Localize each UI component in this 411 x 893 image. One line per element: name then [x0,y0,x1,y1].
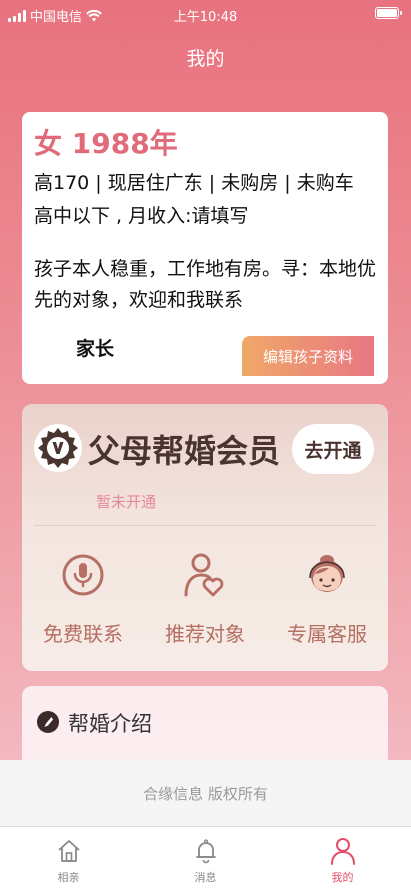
customer-service-icon [304,550,350,600]
page-title: 我的 [186,48,225,70]
edit-child-profile-button[interactable]: 编辑孩子资料 [242,336,374,376]
benefit-label: 专属客服 [287,622,367,646]
status-bar: 中国电信 上午10:48 [0,0,411,28]
tab-label: 相亲 [57,871,80,884]
divider [34,525,376,526]
status-time: 上午10:48 [173,10,238,25]
parent-label: 家长 [76,338,115,360]
profile-description: 孩子本人稳重，工作地有房。寻：本地优先的对象，欢迎和我联系 [34,258,377,311]
profile-basic-info: 高170 | 现居住广东 | 未购房 | 未购车 [34,172,354,194]
person-icon [329,836,357,866]
tab-messages[interactable]: 消息 [137,827,274,893]
tab-label: 消息 [194,871,217,884]
tab-label: 我的 [331,871,354,884]
benefit-list: 免费联系 推荐对象 专属客服 [22,550,388,647]
membership-status: 暂未开通 [96,493,157,511]
benefit-label: 推荐对象 [165,622,245,646]
home-icon [55,836,83,866]
copyright-text: 合缘信息 版权所有 [143,784,268,803]
battery-icon [375,7,402,19]
benefit-free-contact[interactable]: 免费联系 [22,550,144,647]
footer: 合缘信息 版权所有 [0,760,411,826]
profile-education-income: 高中以下 , 月收入:请填写 [34,205,249,227]
compass-icon [37,711,59,733]
benefit-label: 免费联系 [43,622,123,646]
tab-mine[interactable]: 我的 [274,827,411,893]
benefit-recommend[interactable]: 推荐对象 [144,550,266,647]
bell-icon [192,836,220,866]
membership-title: 父母帮婚会员 [88,432,281,470]
vip-badge-icon [34,424,82,472]
profile-headline: 女 1988年 [34,127,178,160]
person-heart-icon [182,550,228,600]
intro-title: 帮婚介绍 [68,712,152,736]
profile-card: 女 1988年 高170 | 现居住广东 | 未购房 | 未购车 高中以下 , … [22,112,388,384]
membership-card: 父母帮婚会员 去开通 暂未开通 免费联系 推荐对象 专属客服 [22,404,388,671]
tab-bar: 相亲 消息 我的 [0,826,411,893]
tab-matchmaking[interactable]: 相亲 [0,827,137,893]
microphone-icon [60,550,106,600]
benefit-customer-service[interactable]: 专属客服 [266,550,388,647]
open-membership-button[interactable]: 去开通 [292,424,374,474]
